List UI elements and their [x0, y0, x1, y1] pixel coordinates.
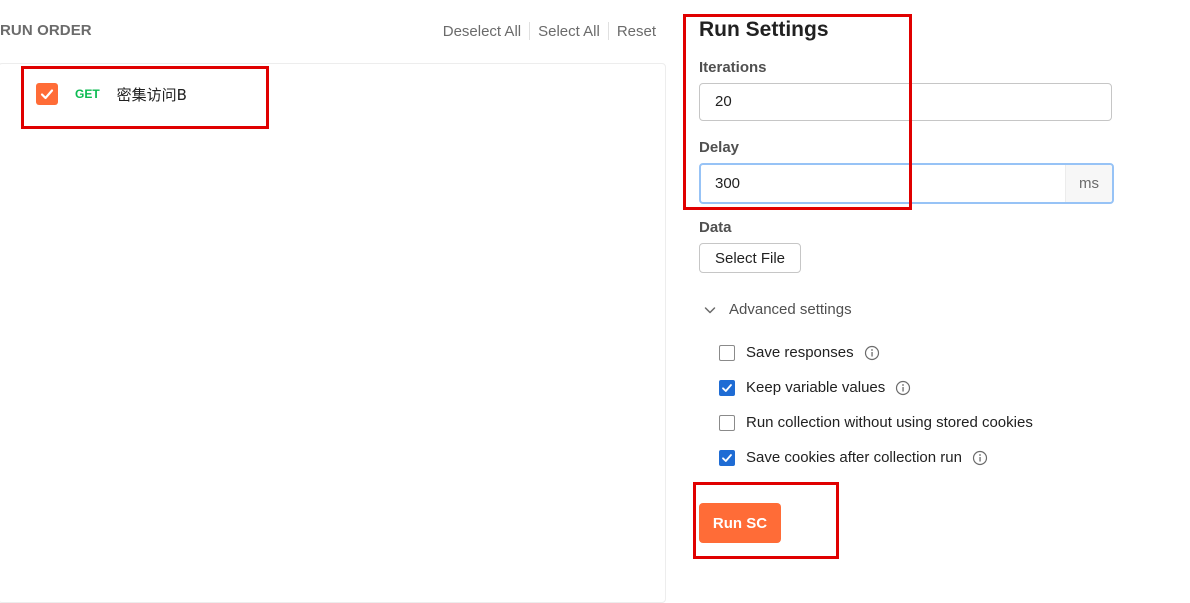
- keep-variable-values-checkbox[interactable]: [719, 379, 735, 396]
- run-settings-title: Run Settings: [699, 18, 829, 41]
- delay-field[interactable]: ms: [699, 163, 1114, 204]
- iterations-label: Iterations: [699, 59, 767, 76]
- check-icon: [722, 383, 732, 392]
- check-icon: [722, 453, 732, 462]
- chevron-down-icon: [704, 306, 716, 313]
- iterations-input[interactable]: [715, 93, 1015, 110]
- save-responses-checkbox[interactable]: [719, 344, 735, 361]
- info-icon[interactable]: [895, 380, 911, 396]
- delay-input[interactable]: [715, 175, 1015, 192]
- option-label: Keep variable values: [746, 379, 886, 396]
- deselect-all-link[interactable]: Deselect All: [435, 23, 529, 40]
- run-order-panel: [0, 63, 666, 603]
- run-without-cookies-checkbox[interactable]: [719, 414, 735, 431]
- delay-label: Delay: [699, 139, 740, 156]
- request-row[interactable]: GET 密集访问B: [36, 83, 187, 105]
- advanced-settings-toggle[interactable]: Advanced settings: [703, 301, 852, 318]
- advanced-settings-label: Advanced settings: [729, 301, 852, 318]
- select-file-button[interactable]: Select File: [699, 243, 802, 273]
- option-label: Run collection without using stored cook…: [746, 414, 1033, 431]
- option-save-responses[interactable]: Save responses: [719, 344, 880, 361]
- option-save-cookies[interactable]: Save cookies after collection run: [719, 449, 988, 466]
- reset-link[interactable]: Reset: [609, 23, 664, 40]
- select-all-link[interactable]: Select All: [530, 23, 608, 40]
- data-label: Data: [699, 219, 732, 236]
- info-icon[interactable]: [864, 345, 880, 361]
- check-icon: [40, 89, 54, 100]
- option-run-without-cookies[interactable]: Run collection without using stored cook…: [719, 414, 1033, 431]
- request-method: GET: [75, 87, 100, 101]
- run-collection-button[interactable]: Run SC: [699, 503, 781, 543]
- save-cookies-checkbox[interactable]: [719, 449, 735, 466]
- option-label: Save responses: [746, 344, 854, 361]
- delay-unit: ms: [1065, 165, 1112, 202]
- request-name: 密集访问B: [116, 85, 187, 104]
- option-label: Save cookies after collection run: [746, 449, 962, 466]
- info-icon[interactable]: [972, 450, 988, 466]
- request-checkbox[interactable]: [36, 83, 58, 105]
- run-order-title: RUN ORDER: [0, 22, 92, 39]
- option-keep-variable-values[interactable]: Keep variable values: [719, 379, 911, 396]
- iterations-field[interactable]: [699, 83, 1112, 121]
- run-order-actions: Deselect All Select All Reset: [435, 22, 664, 40]
